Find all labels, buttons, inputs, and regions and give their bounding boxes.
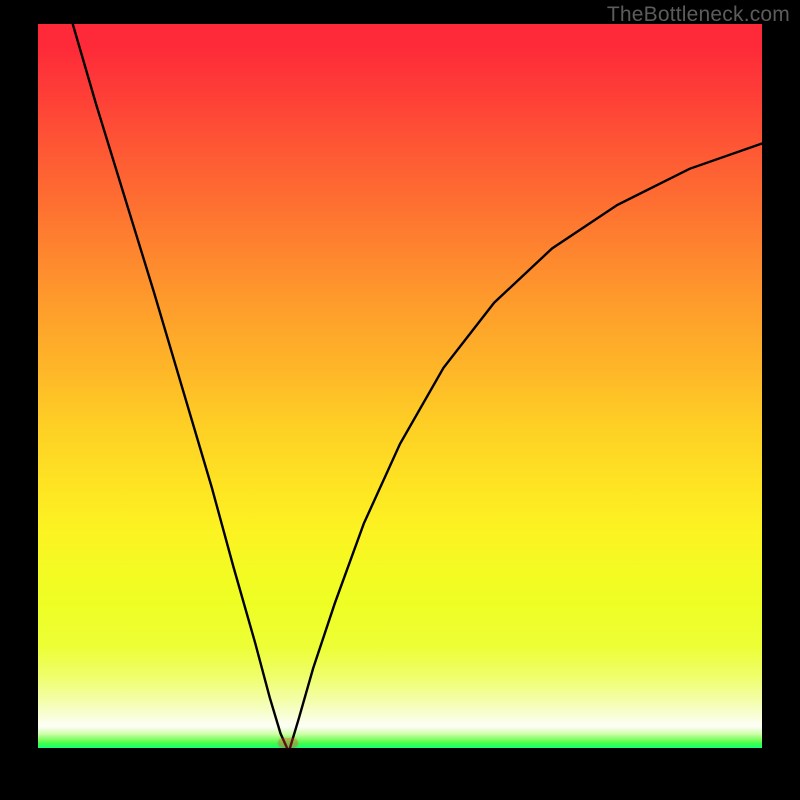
- chart-frame: TheBottleneck.com: [0, 0, 800, 800]
- curve-right: [290, 143, 762, 748]
- curve-left: [73, 24, 287, 748]
- highlight-marker: [278, 738, 298, 748]
- curve-svg: [38, 24, 762, 748]
- plot-area: [38, 24, 762, 748]
- watermark-text: TheBottleneck.com: [607, 3, 790, 27]
